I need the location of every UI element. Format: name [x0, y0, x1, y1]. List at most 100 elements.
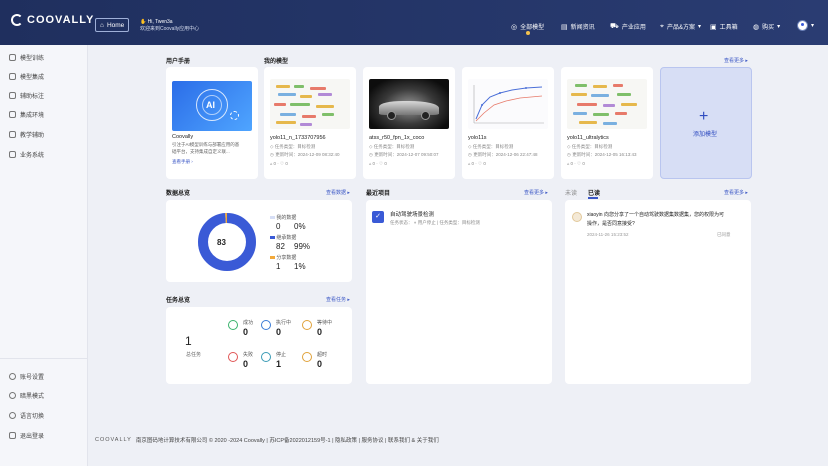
sidebar-item-label: 暗黑模式	[20, 394, 45, 400]
manual-card[interactable]: AI Coovally 引注于AI模型训练与部署应用的基 础平台，支持集成自定义…	[166, 67, 258, 179]
nav-all-models[interactable]: ◎ 全部模型	[511, 22, 544, 32]
footer: COOVALLY 南京图码地计算技术有限公司 © 2020 -2024 Coov…	[95, 436, 439, 444]
model-card[interactable]: atss_r50_fpn_1x_coco ◇ 任务类型：目标检测 ◷ 更新时间：…	[363, 67, 455, 179]
add-model-label: 添加模型	[693, 132, 718, 138]
home-button[interactable]: ⌂ Home	[95, 18, 130, 32]
sidebar-item-model-integration[interactable]: 模型集成	[9, 72, 44, 81]
message-text-line-1: 向您分享了一个自动驾驶数据集数据集，您的权限为可	[603, 212, 724, 218]
task-overview-title: 任务总览	[166, 298, 191, 304]
fav-count: 0	[582, 161, 585, 166]
chevron-down-icon: ▾	[777, 24, 781, 30]
model-card[interactable]: yolo11_n_1733707956 ◇ 任务类型：目标检测 ◷ 更新时间：2…	[264, 67, 356, 179]
model-date-text: 更新时间：2024-12-06 22:47:48	[473, 152, 538, 157]
donut-segment-inherited	[198, 213, 256, 271]
nav-industry[interactable]: ⛟ 产业应用	[610, 22, 646, 31]
heart-icon[interactable]: ♡	[577, 161, 581, 166]
nav-purchase[interactable]: ◍ 购买 ▾	[753, 22, 781, 32]
logout-icon	[9, 432, 16, 439]
legend-my-data: 我的数据	[270, 214, 296, 221]
nav-news[interactable]: ▤ 新闻资讯	[561, 22, 595, 32]
view-manual-label: 查看手册	[172, 159, 190, 164]
heart-icon[interactable]: ♡	[478, 161, 482, 166]
avatar-chevron-down-icon[interactable]: ▾	[811, 22, 814, 29]
chevron-down-icon: ▾	[697, 24, 701, 30]
location-icon: ⌖	[660, 22, 664, 30]
heart-icon[interactable]: ♡	[280, 161, 284, 166]
stat-stopped-label: 停止	[276, 352, 287, 358]
fav-count: 0	[285, 161, 288, 166]
task-total-label: 总任务	[186, 352, 202, 358]
legend-swatch	[270, 236, 275, 239]
thumb-up-icon[interactable]: ▵	[369, 161, 371, 166]
status-dot-icon: ●	[413, 220, 417, 225]
model-thumbnail-plot	[473, 85, 544, 124]
project-name[interactable]: 自动驾驶场景检测	[390, 210, 434, 218]
data-total: 83	[217, 238, 226, 247]
manual-desc-line-1: 引注于AI模型训练与部署应用的基	[172, 142, 240, 147]
view-manual-link[interactable]: 查看手册 ›	[172, 159, 193, 165]
sidebar-item-label: 教学辅助	[20, 133, 45, 139]
failed-icon	[228, 352, 238, 362]
thumb-up-icon[interactable]: ▵	[567, 161, 569, 166]
tag-icon: ◇	[369, 144, 373, 149]
legend-inherited-data: 继承数据	[270, 234, 296, 241]
message-text[interactable]: xiaoyin 向您分享了一个自动驾驶数据集数据集，您的权限为可	[587, 211, 724, 218]
nav-toolbox[interactable]: ▣ 工具箱	[710, 22, 738, 32]
nav-products[interactable]: ⌖ 产品&方案 ▾	[660, 22, 701, 32]
sidebar-item-environment[interactable]: 集成环境	[9, 110, 44, 119]
sidebar-item-logout[interactable]: 退出登录	[9, 431, 44, 440]
messages-view-more-link[interactable]: 查看更多 ▸	[724, 189, 748, 196]
sidebar-item-annotation[interactable]: 辅助标注	[9, 91, 44, 100]
sidebar-item-label: 业务系统	[20, 153, 45, 159]
model-card[interactable]: yolo11s ◇ 任务类型：目标检测 ◷ 更新时间：2024-12-06 22…	[462, 67, 554, 179]
like-count: 0	[570, 161, 574, 166]
sidebar-item-language[interactable]: 语言切换	[9, 411, 44, 420]
data-view-more-link[interactable]: 查看数据 ▸	[326, 189, 350, 196]
model-card[interactable]: yolo11_ultralytics ◇ 任务类型：目标检测 ◷ 更新时间：20…	[561, 67, 653, 179]
model-type-text: 任务类型：目标检测	[472, 144, 514, 149]
greeting-text: Hi,	[147, 19, 154, 25]
recent-view-more-link[interactable]: 查看更多 ▸	[524, 189, 548, 196]
nav-industry-label: 产业应用	[621, 25, 646, 31]
stat-timeout-value: 0	[317, 359, 323, 369]
compass-icon: ◎	[511, 23, 518, 31]
sidebar-item-model-training[interactable]: 模型训练	[9, 53, 44, 62]
models-view-more-link[interactable]: 查看更多 ▸	[724, 57, 748, 64]
sidebar-item-business[interactable]: 业务系统	[9, 150, 44, 159]
stat-timeout-label: 超时	[317, 352, 328, 358]
stat-running-label: 执行中	[276, 320, 292, 326]
add-model-button[interactable]: + 添加模型	[660, 67, 752, 179]
legend-inherited-count: 82	[276, 242, 285, 251]
tag-icon: ◇	[468, 144, 472, 149]
sidebar-item-label: 模型集成	[20, 75, 45, 81]
globe-icon: ◍	[753, 23, 760, 31]
tab-unread[interactable]: 未读	[565, 188, 577, 197]
model-stats: ▵ 0 · ♡ 0	[468, 161, 486, 166]
message-text-line-2: 操作，是否同意接受?	[587, 221, 635, 227]
thumb-up-icon[interactable]: ▵	[270, 161, 272, 166]
top-navigation-bar: COOVALLY ⌂ Home ✋ Hi, Twen3a 欢迎来到Coovall…	[0, 0, 828, 45]
active-nav-dot	[526, 31, 530, 35]
like-count: 0	[273, 161, 277, 166]
tasks-view-more-link[interactable]: 查看任务 ▸	[326, 296, 350, 303]
model-stats: ▵ 0 · ♡ 0	[369, 161, 387, 166]
business-icon	[9, 151, 16, 158]
thumb-up-icon[interactable]: ▵	[468, 161, 470, 166]
more-label: 查看更多	[524, 190, 545, 196]
model-type: ◇ 任务类型：目标检测	[270, 144, 315, 150]
sidebar-item-dark-mode[interactable]: 暗黑模式	[9, 391, 44, 400]
heart-icon[interactable]: ♡	[379, 161, 383, 166]
coovally-logo[interactable]: COOVALLY	[11, 14, 94, 26]
sidebar-item-label: 辅助标注	[20, 94, 45, 100]
sidebar-item-label: 账号设置	[20, 375, 45, 381]
model-thumbnail	[369, 79, 449, 129]
sidebar-item-account-settings[interactable]: 账号设置	[9, 372, 44, 381]
tab-read[interactable]: 已读	[588, 188, 600, 197]
model-thumbnail	[270, 79, 350, 129]
sidebar-item-teaching[interactable]: 教学辅助	[9, 130, 44, 139]
ai-label: AI	[206, 100, 215, 110]
avatar[interactable]	[797, 20, 808, 31]
sidebar-item-label: 退出登录	[20, 434, 45, 440]
footer-text[interactable]: 南京图码地计算技术有限公司 © 2020 -2024 Coovally | 苏I…	[136, 436, 439, 444]
home-icon: ⌂	[100, 21, 104, 29]
